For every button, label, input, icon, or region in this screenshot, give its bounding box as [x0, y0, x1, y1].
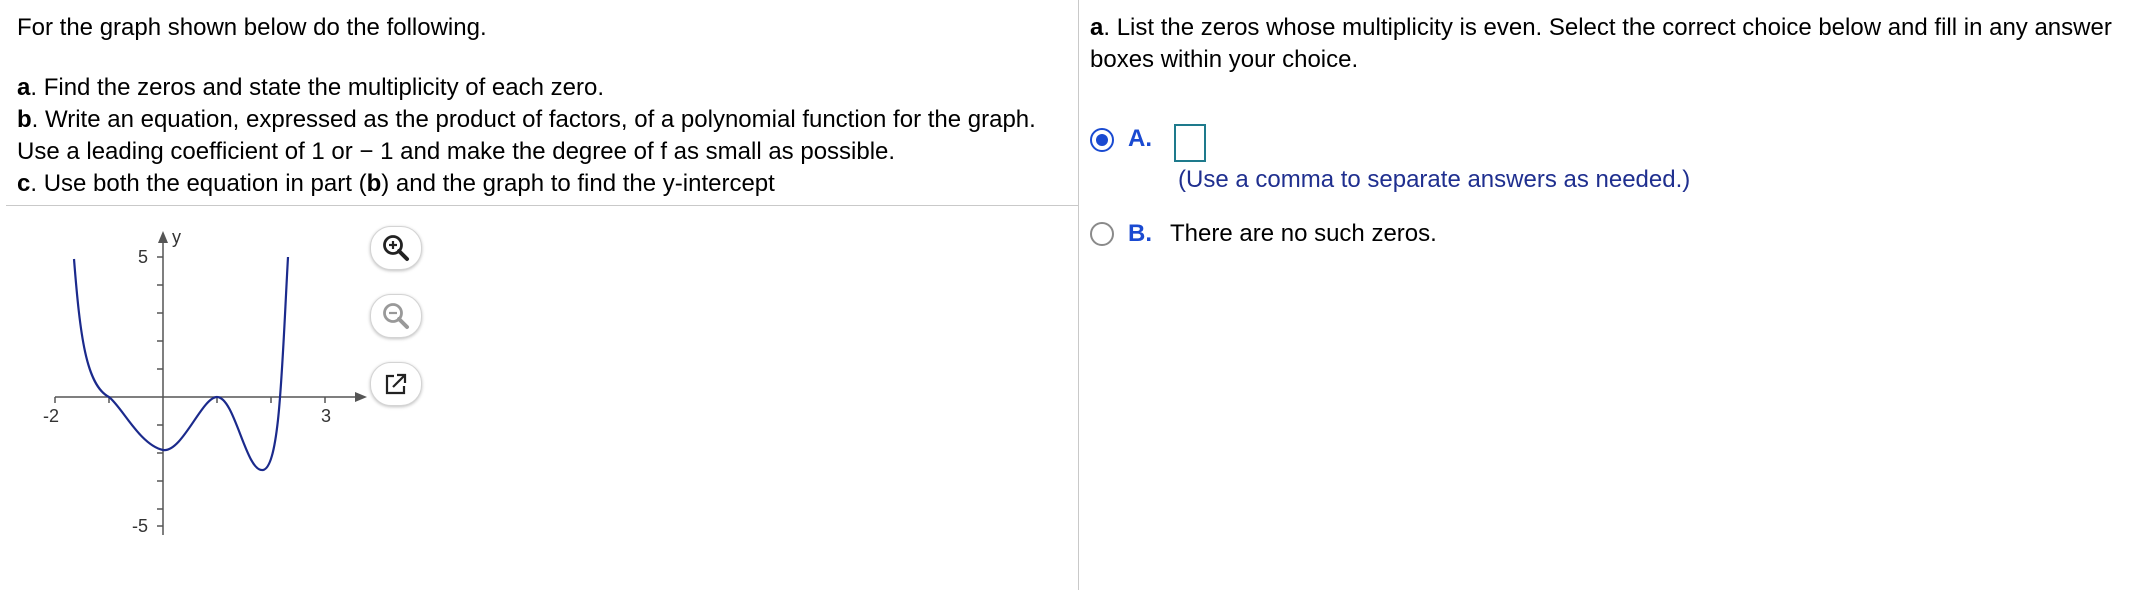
x-tick-label-left: -2: [43, 406, 59, 426]
y-axis-label: y: [172, 227, 181, 247]
external-link-icon: [385, 373, 407, 395]
y-ticks: [157, 256, 163, 527]
x-ticks: [54, 397, 326, 403]
instructions: For the graph shown below do the followi…: [17, 12, 1067, 200]
choice-a-radio[interactable]: [1090, 128, 1114, 152]
problem-pane: For the graph shown below do the followi…: [0, 0, 1078, 590]
choice-b-text: There are no such zeros.: [1170, 220, 1437, 247]
choice-b-label: B.: [1128, 220, 1152, 247]
part-c-text-2: ) and the graph to find the y-intercept: [381, 170, 775, 197]
choice-b-radio[interactable]: [1090, 222, 1114, 246]
question-letter: a: [1090, 14, 1104, 41]
choice-b: B. There are no such zeros.: [1090, 220, 1437, 248]
y-tick-label-top: 5: [138, 247, 148, 267]
y-axis-arrow: [158, 231, 168, 243]
choice-a-label: A.: [1128, 125, 1152, 152]
question-text: a. List the zeros whose multiplicity is …: [1090, 12, 2120, 76]
popout-button[interactable]: [370, 362, 422, 406]
answer-hint: (Use a comma to separate answers as need…: [1178, 166, 1691, 193]
part-b-letter: b: [17, 106, 32, 133]
polynomial-curve: [72, 256, 290, 472]
part-a-text: . Find the zeros and state the multiplic…: [30, 74, 604, 101]
part-c-letter: c: [17, 170, 31, 197]
part-b-text: . Write an equation, expressed as the pr…: [17, 106, 1036, 165]
part-a: a. Find the zeros and state the multipli…: [17, 72, 1067, 104]
zoom-in-button[interactable]: [370, 226, 422, 270]
x-axis-arrow: [355, 392, 367, 402]
polynomial-graph: y 5 -5 -2 3: [43, 227, 367, 536]
zoom-out-icon: [383, 303, 409, 329]
part-a-letter: a: [17, 74, 31, 101]
choice-a: A.: [1090, 124, 1206, 162]
part-c-bold: b: [366, 170, 382, 197]
part-c-text-1: . Use both the equation in part (: [30, 170, 367, 197]
part-c: c. Use both the equation in part (b) and…: [17, 168, 1067, 200]
answer-input-box[interactable]: [1174, 124, 1206, 162]
part-b: b. Write an equation, expressed as the p…: [17, 104, 1067, 168]
pane-divider: [1078, 0, 1079, 590]
question-body: . List the zeros whose multiplicity is e…: [1090, 14, 2112, 73]
zoom-out-button[interactable]: [370, 294, 422, 338]
page: For the graph shown below do the followi…: [0, 0, 2130, 590]
intro-text: For the graph shown below do the followi…: [17, 14, 487, 41]
y-tick-label-bottom: -5: [132, 516, 148, 536]
section-divider: [6, 205, 1078, 206]
zoom-in-icon: [383, 235, 409, 261]
x-tick-label-right: 3: [321, 406, 331, 426]
answer-pane: a. List the zeros whose multiplicity is …: [1090, 0, 2120, 590]
